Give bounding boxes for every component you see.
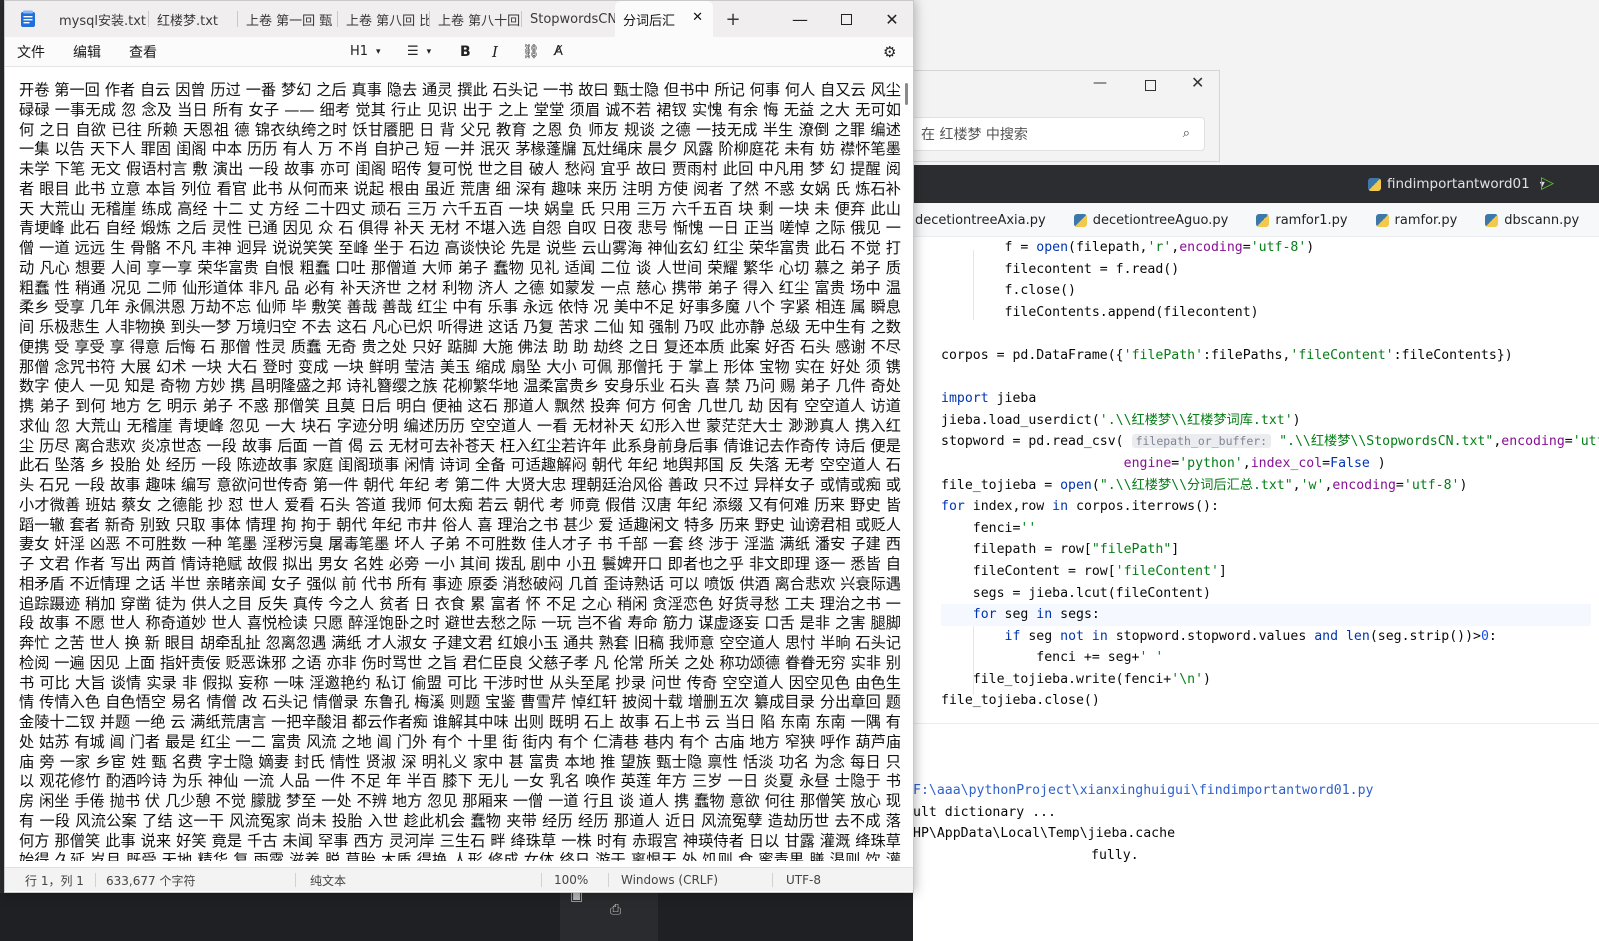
search-icon: ⌕ bbox=[1182, 126, 1190, 141]
status-divider bbox=[295, 873, 296, 887]
python-file-icon bbox=[1375, 213, 1389, 227]
run-config-label: findimportantword01 bbox=[1387, 176, 1530, 192]
search-placeholder: 在 红楼梦 中搜索 bbox=[921, 127, 1028, 143]
status-divider bbox=[95, 873, 96, 887]
run-config-selector[interactable]: findimportantword01 ▾ bbox=[1368, 165, 1545, 203]
notepad-menu-bar: 文件 编辑 查看 H1 ▾ ☰ ▾ B I ⛓ A̸ ⚙ bbox=[5, 37, 913, 67]
code-editor[interactable]: f = open(filepath,'r',encoding='utf-8') … bbox=[941, 237, 1599, 723]
ide-tab[interactable]: dbscann.py bbox=[1471, 203, 1593, 237]
menu-file[interactable]: 文件 bbox=[17, 42, 45, 62]
menu-edit[interactable]: 编辑 bbox=[73, 42, 101, 62]
text-format: 纯文本 bbox=[310, 873, 347, 888]
close-icon: ✕ bbox=[885, 9, 899, 29]
status-divider bbox=[608, 873, 609, 887]
ide-editor-tabs: decetiontreeAxia.py decetiontreeAguo.py … bbox=[913, 203, 1599, 237]
ide-divider bbox=[913, 723, 1599, 724]
chevron-down-icon: ▾ bbox=[376, 46, 381, 57]
notepad-tab-active[interactable]: 分词后汇 ✕ bbox=[615, 1, 713, 37]
maximize-icon[interactable] bbox=[1145, 80, 1156, 91]
heading-dropdown[interactable]: H1 ▾ bbox=[350, 37, 381, 67]
italic-button[interactable]: I bbox=[492, 37, 498, 67]
ide-tab[interactable]: ramfor.py bbox=[1362, 203, 1472, 237]
notepad-tab[interactable]: 上卷 第八十回 bbox=[430, 1, 522, 37]
heading-label: H1 bbox=[350, 44, 369, 59]
ide-tab[interactable]: decetiontreeAxia.py bbox=[913, 203, 1060, 237]
notepad-tab[interactable]: 上卷 第一回 甄 bbox=[238, 1, 338, 37]
printer-icon[interactable]: ⎙ bbox=[610, 902, 621, 918]
notepad-tab[interactable]: StopwordsCN.txt bbox=[522, 1, 615, 37]
background-area bbox=[0, 893, 913, 941]
minimize-icon: — bbox=[792, 9, 808, 29]
notepad-tab[interactable]: mysql安装.txt bbox=[51, 1, 149, 37]
bullet-list-icon: ☰ bbox=[407, 44, 419, 59]
clear-format-icon: A̸ bbox=[554, 44, 563, 59]
close-window-button[interactable]: ✕ bbox=[869, 1, 913, 37]
settings-button[interactable]: ⚙ bbox=[883, 37, 896, 67]
search-window: — ✕ 在 红楼梦 中搜索 ⌕ bbox=[913, 70, 1220, 162]
notepad-tab-bar: mysql安装.txt 红楼梦.txt 上卷 第一回 甄 上卷 第八回 比 上卷… bbox=[5, 1, 913, 37]
close-icon[interactable]: ✕ bbox=[1191, 73, 1204, 92]
chevron-down-icon: ▾ bbox=[426, 46, 432, 57]
ide-tab[interactable]: ramfor1.py bbox=[1242, 203, 1361, 237]
line-ending[interactable]: Windows (CRLF) bbox=[621, 868, 718, 892]
run-icon[interactable]: ▷ bbox=[1541, 173, 1554, 193]
clear-format-button[interactable]: A̸ bbox=[554, 37, 563, 67]
minimize-icon[interactable]: — bbox=[1093, 75, 1107, 91]
bold-button[interactable]: B bbox=[460, 37, 471, 67]
maximize-button[interactable] bbox=[823, 1, 869, 37]
encoding[interactable]: UTF-8 bbox=[786, 868, 821, 892]
notepad-window: mysql安装.txt 红楼梦.txt 上卷 第一回 甄 上卷 第八回 比 上卷… bbox=[4, 0, 914, 893]
cursor-position: 行 1，列 1 bbox=[25, 873, 84, 888]
notepad-tab[interactable]: 上卷 第八回 比 bbox=[338, 1, 430, 37]
status-divider bbox=[772, 873, 773, 887]
run-console: F:\aaa\pythonProject\xianxinghuigui\find… bbox=[913, 780, 1599, 941]
close-tab-icon[interactable]: ✕ bbox=[692, 10, 703, 25]
ide-tab[interactable]: decetiontreeAguo.py bbox=[1060, 203, 1243, 237]
vertical-scrollbar[interactable] bbox=[905, 83, 908, 105]
python-file-icon bbox=[1485, 213, 1499, 227]
new-tab-button[interactable]: + bbox=[713, 1, 753, 37]
zoom-level[interactable]: 100% bbox=[554, 868, 588, 892]
character-count: 633,677 个字符 bbox=[106, 873, 196, 888]
link-button[interactable]: ⛓ bbox=[522, 37, 540, 67]
python-file-icon bbox=[1073, 213, 1087, 227]
document-text-area[interactable]: 开卷 第一回 作者 自云 因曾 历过 一番 梦幻 之后 真事 隐去 通灵 撰此 … bbox=[19, 81, 901, 861]
ide-header-bar: findimportantword01 ▾ ▷ bbox=[913, 165, 1599, 203]
notepad-app-icon bbox=[5, 1, 51, 37]
parameter-hint: filepath_or_buffer: bbox=[1131, 434, 1272, 449]
notepad-tab[interactable]: 红楼梦.txt bbox=[149, 1, 238, 37]
python-file-icon bbox=[1256, 213, 1270, 227]
python-icon bbox=[1368, 177, 1381, 191]
gear-icon: ⚙ bbox=[883, 42, 897, 61]
menu-view[interactable]: 查看 bbox=[129, 42, 157, 62]
search-input[interactable]: 在 红楼梦 中搜索 ⌕ bbox=[913, 117, 1205, 151]
status-divider bbox=[541, 873, 542, 887]
plus-icon: + bbox=[725, 8, 741, 30]
minimize-button[interactable]: — bbox=[777, 1, 823, 37]
status-bar: 行 1，列 1 633,677 个字符 纯文本 100% Windows (CR… bbox=[5, 867, 913, 892]
list-dropdown[interactable]: ☰ ▾ bbox=[407, 37, 431, 67]
maximize-icon bbox=[840, 13, 852, 25]
link-icon: ⛓ bbox=[522, 43, 540, 60]
